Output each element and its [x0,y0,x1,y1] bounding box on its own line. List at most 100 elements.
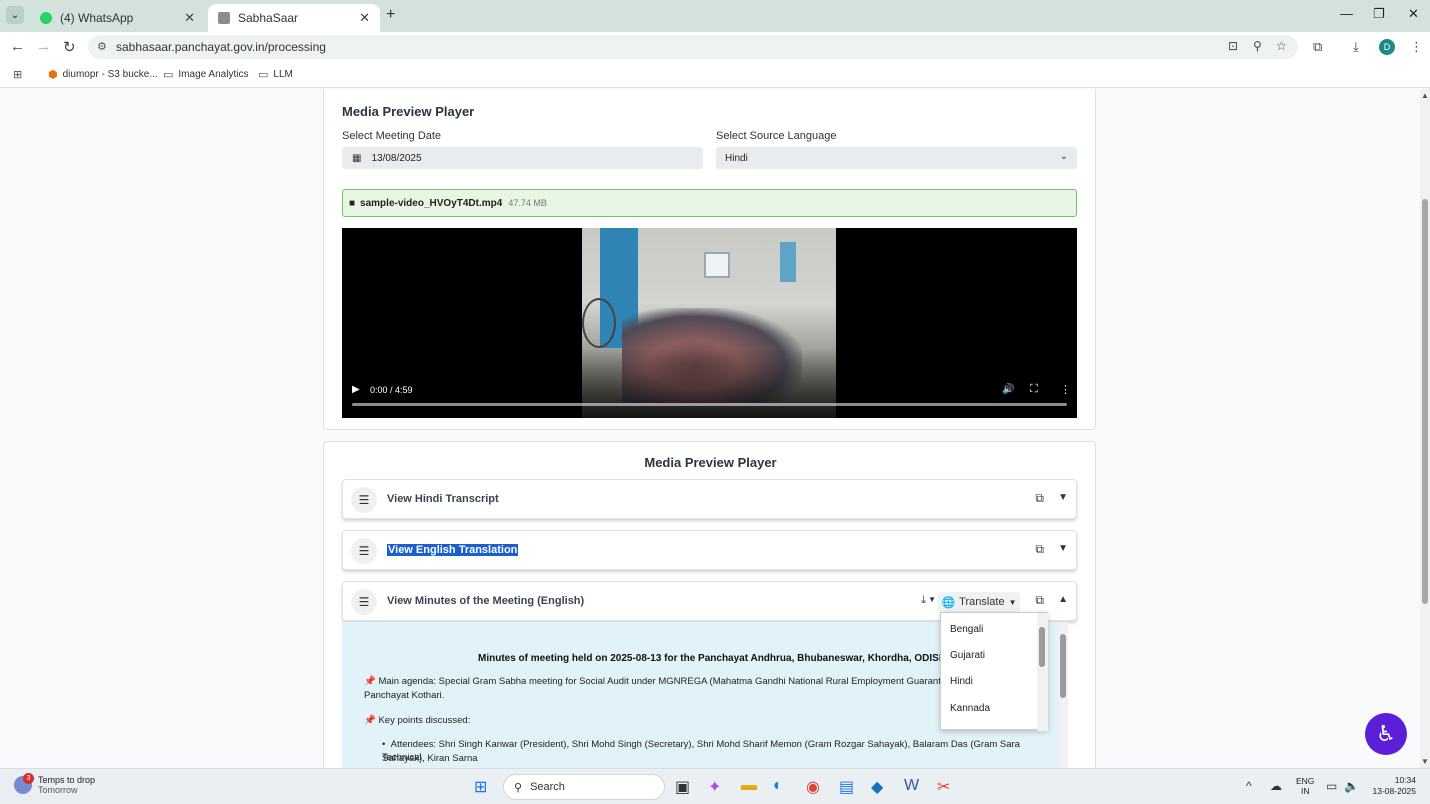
clock[interactable]: 10:34 13-08-2025 [1366,775,1416,797]
browser-toolbar: ← → ↻ ⚙ sabhasaar.panchayat.gov.in/proce… [0,32,1430,62]
zoom-icon[interactable]: ⚲ [1253,39,1262,53]
accessibility-button[interactable]: ♿ [1365,713,1407,755]
install-app-icon[interactable]: ⊡ [1228,39,1238,53]
tab-sabhasaar[interactable]: SabhaSaar ✕ [208,4,380,32]
downloads-icon[interactable]: ⤓ [1353,39,1359,55]
new-tab-button[interactable]: + [386,6,395,24]
page-content: Media Preview Player Select Meeting Date… [0,89,1420,768]
minutes-agenda: 📌 Main agenda: Special Gram Sabha meetin… [364,676,947,687]
option-bengali[interactable]: Bengali [950,624,983,635]
accordion-hindi-transcript[interactable]: ☰ View Hindi Transcript ⧉ ▼ [342,479,1077,519]
bookmark-image-analytics[interactable]: ▭ Image Analytics [163,68,248,81]
weather-widget[interactable]: 3 Temps to drop Tomorrow [14,773,95,795]
chrome-icon[interactable]: ◉ [806,777,820,797]
translate-button[interactable]: 🌐 Translate ▼ [938,592,1020,612]
close-window-icon[interactable]: ✕ [1408,6,1419,22]
scroll-down-icon[interactable]: ▼ [1421,757,1429,766]
video-progress-bar[interactable] [352,403,1067,406]
input-language[interactable]: ENG IN [1296,776,1314,796]
file-name: sample-video_HVOyT4Dt.mp4 [360,197,503,209]
close-tab-icon[interactable]: ✕ [184,10,195,26]
word-icon[interactable]: W [904,777,919,795]
caret-down-icon[interactable]: ▼ [1058,492,1068,503]
date-label: Select Meeting Date [342,130,442,142]
translate-dropdown: Bengali Gujarati Hindi Kannada [940,612,1048,731]
reload-icon[interactable]: ↻ [63,38,76,56]
page-scrollbar[interactable]: ▲ ▼ [1420,89,1430,768]
option-hindi[interactable]: Hindi [950,676,973,687]
accordion-title: View English Translation [387,544,519,556]
extensions-icon[interactable]: ⧉ [1313,39,1322,55]
bookmark-s3[interactable]: ⬢ diumopr - S3 bucke... [48,68,158,81]
restore-icon[interactable]: ❐ [1373,6,1385,22]
video-menu-icon[interactable]: ⋮ [1060,383,1071,396]
minutes-key-points: 📌 Key points discussed: [364,715,471,726]
task-view-icon[interactable]: ▣ [675,777,690,797]
folder-icon: ▭ [163,69,174,81]
caret-down-icon[interactable]: ▼ [928,595,936,604]
tab-whatsapp[interactable]: (4) WhatsApp ✕ [30,4,205,32]
fullscreen-icon[interactable]: ⛶ [1030,383,1038,396]
card-title: Media Preview Player [342,104,475,119]
caret-down-icon[interactable]: ▼ [1058,543,1068,554]
forward-icon[interactable]: → [36,38,51,55]
calendar-icon: ▦ [352,152,362,164]
whatsapp-icon [40,12,52,24]
edge-icon[interactable]: ◐ [773,777,783,795]
volume-tray-icon[interactable]: 🔈 [1344,779,1359,793]
apps-grid-icon[interactable]: ⊞ [13,68,27,81]
source-language-select[interactable]: Hindi ⌄ [716,147,1077,169]
sabhasaar-favicon [218,12,230,24]
more-menu-icon[interactable]: ⋮ [1410,39,1423,55]
taskbar-search[interactable]: ⚲ Search [503,774,665,800]
copy-icon[interactable]: ⧉ [1035,542,1044,557]
media-preview-card: Media Preview Player Select Meeting Date… [323,89,1096,430]
windows-start-icon[interactable]: ⊞ [474,777,487,797]
copilot-icon[interactable]: ✦ [708,777,721,797]
agenda-icon: 📌 [364,676,379,687]
network-icon[interactable]: ▭ [1326,779,1337,793]
profile-avatar[interactable]: D [1379,39,1395,55]
volume-icon[interactable]: 🔊 [1002,384,1014,395]
store-icon[interactable]: ▤ [839,777,854,797]
scroll-up-icon[interactable]: ▲ [1421,91,1429,100]
minutes-scrollbar[interactable] [1058,622,1068,768]
windows-taskbar: 3 Temps to drop Tomorrow ⊞ ⚲ Search ▣ ✦ … [0,768,1430,804]
minimize-icon[interactable]: — [1340,6,1353,21]
close-tab-icon[interactable]: ✕ [359,10,370,26]
vscode-icon[interactable]: ◆ [871,777,883,797]
download-icon[interactable]: ⤓ [921,594,926,607]
tray-chevron-icon[interactable]: ^ [1246,779,1252,793]
list-icon: ☰ [351,589,377,615]
url-text[interactable]: sabhasaar.panchayat.gov.in/processing [116,40,326,54]
option-gujarati[interactable]: Gujarati [950,650,985,661]
back-icon[interactable]: ← [10,38,25,55]
copy-icon[interactable]: ⧉ [1035,491,1044,506]
video-time: 0:00 / 4:59 [370,385,413,395]
pin-icon: 📌 [364,715,379,726]
caret-up-icon[interactable]: ▲ [1058,594,1068,605]
bookmark-star-icon[interactable]: ☆ [1276,39,1287,53]
onedrive-icon[interactable]: ☁ [1270,779,1282,793]
meeting-date-field[interactable]: ▦ 13/08/2025 [342,147,703,169]
minutes-attendees-cont: Sahayak), Kiran Sarna [382,753,478,764]
tab-strip: ⌄ (4) WhatsApp ✕ SabhaSaar ✕ + — ❐ ✕ [0,0,1430,32]
option-kannada[interactable]: Kannada [950,703,990,714]
site-info-icon[interactable]: ⚙ [97,40,107,53]
minutes-agenda-cont: Panchayat Kothari. [364,690,445,701]
play-icon[interactable]: ▶ [352,384,360,395]
dropdown-scrollbar[interactable] [1037,613,1048,731]
accordion-english-translation[interactable]: ☰ View English Translation ⧉ ▼ [342,530,1077,570]
file-explorer-icon[interactable]: ▬ [741,777,757,795]
copy-icon[interactable]: ⧉ [1035,593,1044,608]
video-player[interactable]: ▶ 0:00 / 4:59 🔊 ⛶ ⋮ [342,228,1077,418]
weather-icon: 3 [14,773,34,794]
tab-search-button[interactable]: ⌄ [6,6,24,24]
bookmark-llm[interactable]: ▭ LLM [258,68,293,81]
language-label: Select Source Language [716,130,837,142]
globe-icon: 🌐 [941,596,956,609]
address-bar[interactable]: ⚙ sabhasaar.panchayat.gov.in/processing … [88,35,1298,59]
folder-icon: ▭ [258,69,269,81]
snipping-tool-icon[interactable]: ✂ [937,777,950,797]
list-icon: ☰ [351,538,377,564]
